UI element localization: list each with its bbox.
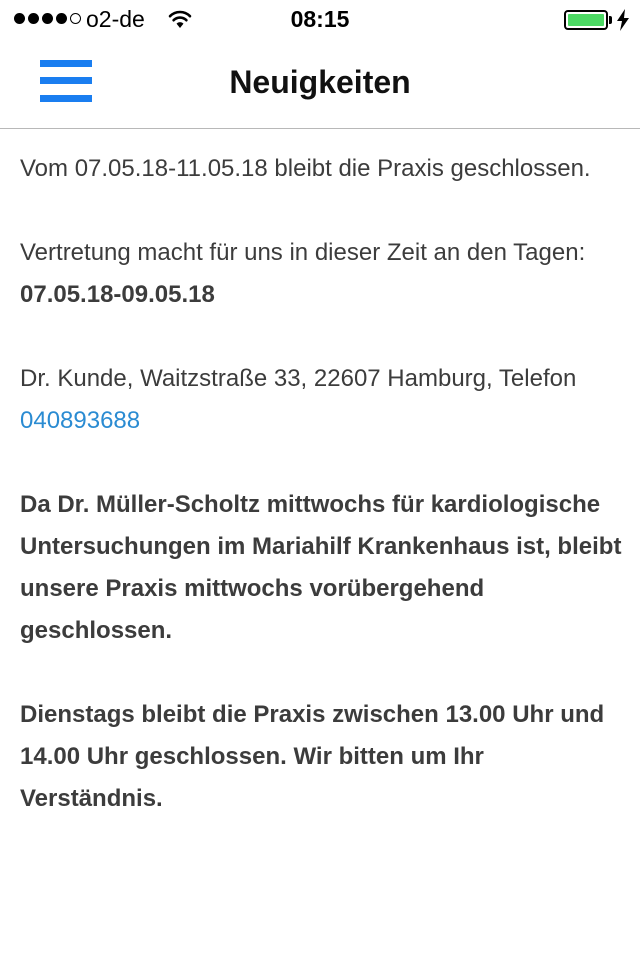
battery-level [568,14,604,26]
navigation-bar: Neuigkeiten [0,40,640,129]
phone-link[interactable]: 040893688 [20,407,140,434]
charging-icon [616,9,630,36]
status-bar: o2-de 08:15 [0,0,640,40]
news-paragraph-tuesday: Dienstags bleibt die Praxis zwischen 13.… [20,701,605,812]
substitute-intro-text: Vertretung macht für uns in dieser Zeit … [20,239,586,266]
news-paragraph-closure: Vom 07.05.18-11.05.18 bleibt die Praxis … [20,155,591,182]
battery-cap [609,16,612,24]
news-content: Vom 07.05.18-11.05.18 bleibt die Praxis … [20,148,625,862]
page-title: Neuigkeiten [229,64,411,100]
news-paragraph-substitute: Vertretung macht für uns in dieser Zeit … [20,232,625,316]
news-paragraph-wednesday: Da Dr. Müller-Scholtz mittwochs für kard… [20,491,622,644]
news-paragraph-address: Dr. Kunde, Waitzstraße 33, 22607 Hamburg… [20,358,625,442]
status-time: 08:15 [290,6,350,32]
battery-icon [564,10,608,30]
address-text: Dr. Kunde, Waitzstraße 33, 22607 Hamburg… [20,365,577,392]
substitute-dates: 07.05.18-09.05.18 [20,281,215,308]
